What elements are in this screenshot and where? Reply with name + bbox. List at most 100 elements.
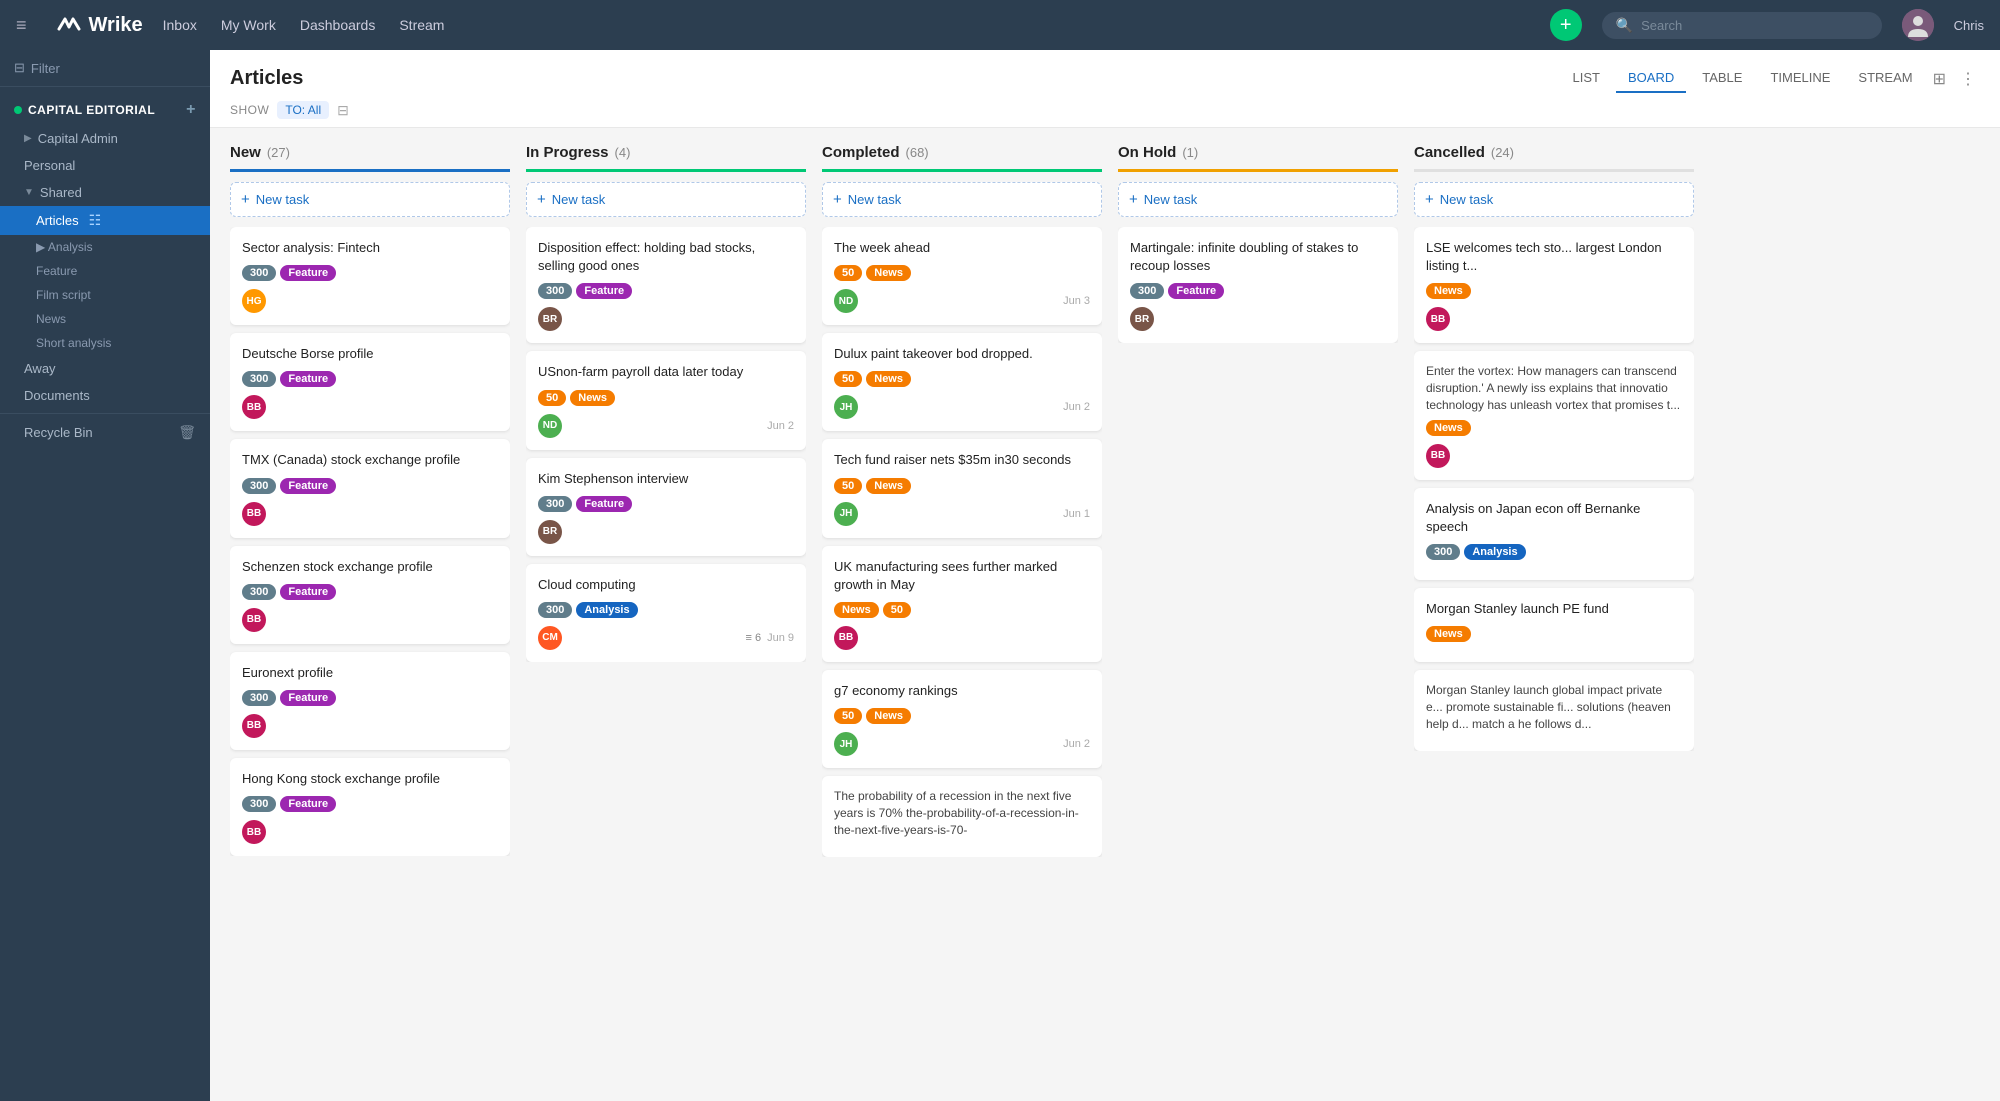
column-title-inprogress: In Progress bbox=[526, 144, 609, 161]
plus-icon: + bbox=[1129, 191, 1138, 208]
tag: 300 bbox=[242, 584, 276, 600]
sidebar-item-documents[interactable]: Documents bbox=[0, 382, 210, 409]
task-card[interactable]: Sector analysis: Fintech 300Feature HG bbox=[230, 227, 510, 325]
card-avatar: JH bbox=[834, 502, 858, 526]
avatar[interactable] bbox=[1902, 9, 1934, 41]
add-button[interactable]: + bbox=[1550, 9, 1582, 41]
nav-mywork[interactable]: My Work bbox=[221, 17, 276, 33]
column-count-completed: (68) bbox=[906, 145, 929, 160]
card-title: Enter the vortex: How managers can trans… bbox=[1426, 363, 1682, 413]
tag: 50 bbox=[834, 371, 862, 387]
card-tags: 300Feature bbox=[242, 371, 498, 387]
column-title-cancelled: Cancelled bbox=[1414, 144, 1485, 161]
card-date: Jun 9 bbox=[767, 632, 794, 644]
task-card[interactable]: Tech fund raiser nets $35m in30 seconds … bbox=[822, 439, 1102, 537]
card-date: Jun 1 bbox=[1063, 508, 1090, 520]
filter-icon[interactable]: ⊟ bbox=[337, 102, 349, 119]
nav-inbox[interactable]: Inbox bbox=[163, 17, 197, 33]
more-options-icon[interactable]: ⋮ bbox=[1956, 65, 1980, 93]
task-card[interactable]: Euronext profile 300Feature BB bbox=[230, 652, 510, 750]
nav-dashboards[interactable]: Dashboards bbox=[300, 17, 376, 33]
card-tags: 50News bbox=[834, 478, 1090, 494]
task-card[interactable]: USnon-farm payroll data later today 50Ne… bbox=[526, 351, 806, 449]
sidebar-filter[interactable]: ⊟ Filter bbox=[0, 50, 210, 87]
card-footer: BR bbox=[1130, 307, 1386, 331]
card-title: LSE welcomes tech sto... largest London … bbox=[1426, 239, 1682, 275]
sidebar-item-capital-admin[interactable]: ▶ Capital Admin bbox=[0, 125, 210, 152]
task-card[interactable]: Analysis on Japan econ off Bernanke spee… bbox=[1414, 488, 1694, 580]
task-card[interactable]: TMX (Canada) stock exchange profile 300F… bbox=[230, 439, 510, 537]
sidebar-sub-shortanalysis[interactable]: Short analysis bbox=[0, 331, 210, 355]
task-card[interactable]: Dulux paint takeover bod dropped. 50News… bbox=[822, 333, 1102, 431]
tab-timeline[interactable]: TIMELINE bbox=[1758, 64, 1842, 93]
nav-stream[interactable]: Stream bbox=[399, 17, 444, 33]
card-avatar: ND bbox=[538, 414, 562, 438]
card-footer: BB bbox=[242, 502, 498, 526]
column-completed: Completed (68) +New task The week ahead … bbox=[822, 144, 1102, 857]
tag: Feature bbox=[280, 690, 336, 706]
user-name[interactable]: Chris bbox=[1954, 18, 1984, 33]
sidebar-item-personal[interactable]: Personal bbox=[0, 152, 210, 179]
new-task-label: New task bbox=[552, 192, 605, 207]
card-date: Jun 2 bbox=[767, 420, 794, 432]
sidebar-item-articles[interactable]: Articles ☷ bbox=[0, 206, 210, 235]
task-card[interactable]: g7 economy rankings 50News JHJun 2 bbox=[822, 670, 1102, 768]
task-card[interactable]: Disposition effect: holding bad stocks, … bbox=[526, 227, 806, 343]
sidebar-sub-news[interactable]: News bbox=[0, 307, 210, 331]
task-card[interactable]: Deutsche Borse profile 300Feature BB bbox=[230, 333, 510, 431]
sidebar-recycle-bin[interactable]: Recycle Bin 🗑 bbox=[0, 418, 210, 447]
task-card[interactable]: Morgan Stanley launch PE fund News bbox=[1414, 588, 1694, 662]
card-footer: BB bbox=[242, 608, 498, 632]
task-card[interactable]: The week ahead 50News NDJun 3 bbox=[822, 227, 1102, 325]
tab-stream[interactable]: STREAM bbox=[1846, 64, 1924, 93]
task-card[interactable]: The probability of a recession in the ne… bbox=[822, 776, 1102, 856]
card-footer: BR bbox=[538, 520, 794, 544]
tab-board[interactable]: BOARD bbox=[1616, 64, 1686, 93]
card-avatar: BB bbox=[242, 395, 266, 419]
new-task-button-completed[interactable]: +New task bbox=[822, 182, 1102, 217]
column-header-onhold: On Hold (1) bbox=[1118, 144, 1398, 172]
new-task-button-onhold[interactable]: +New task bbox=[1118, 182, 1398, 217]
to-all-badge[interactable]: TO: All bbox=[277, 101, 329, 119]
grid-view-icon[interactable]: ⊞ bbox=[1929, 65, 1950, 93]
sidebar-item-shared[interactable]: ▼ Shared bbox=[0, 179, 210, 206]
plus-icon: + bbox=[1425, 191, 1434, 208]
sidebar-sub-analysis[interactable]: ▶ Analysis bbox=[0, 235, 210, 259]
card-tags: 300Feature bbox=[1130, 283, 1386, 299]
new-task-button-new[interactable]: +New task bbox=[230, 182, 510, 217]
tag: Feature bbox=[576, 283, 632, 299]
task-card[interactable]: Schenzen stock exchange profile 300Featu… bbox=[230, 546, 510, 644]
task-card[interactable]: LSE welcomes tech sto... largest London … bbox=[1414, 227, 1694, 343]
new-task-button-cancelled[interactable]: +New task bbox=[1414, 182, 1694, 217]
task-card[interactable]: Martingale: infinite doubling of stakes … bbox=[1118, 227, 1398, 343]
column-count-new: (27) bbox=[267, 145, 290, 160]
task-card[interactable]: UK manufacturing sees further marked gro… bbox=[822, 546, 1102, 662]
tag: Feature bbox=[280, 478, 336, 494]
card-tags: 300Feature bbox=[538, 283, 794, 299]
plus-icon: + bbox=[241, 191, 250, 208]
card-title: Martingale: infinite doubling of stakes … bbox=[1130, 239, 1386, 275]
task-card[interactable]: Enter the vortex: How managers can trans… bbox=[1414, 351, 1694, 479]
tab-list[interactable]: LIST bbox=[1561, 64, 1612, 93]
cards-list-inprogress: Disposition effect: holding bad stocks, … bbox=[526, 227, 806, 662]
card-title: Analysis on Japan econ off Bernanke spee… bbox=[1426, 500, 1682, 536]
task-card[interactable]: Cloud computing 300Analysis CM≡ 6Jun 9 bbox=[526, 564, 806, 662]
tag: 300 bbox=[538, 602, 572, 618]
sidebar-item-away[interactable]: Away bbox=[0, 355, 210, 382]
tag: Analysis bbox=[576, 602, 637, 618]
card-title: Morgan Stanley launch PE fund bbox=[1426, 600, 1682, 618]
task-card[interactable]: Kim Stephenson interview 300Feature BR bbox=[526, 458, 806, 556]
page-title: Articles bbox=[230, 67, 303, 90]
tag: News bbox=[1426, 283, 1471, 299]
search-input[interactable] bbox=[1641, 18, 1841, 33]
sidebar-group-header[interactable]: CAPITAL EDITORIAL + bbox=[0, 95, 210, 125]
tab-table[interactable]: TABLE bbox=[1690, 64, 1754, 93]
sidebar-sub-filmscript[interactable]: Film script bbox=[0, 283, 210, 307]
hamburger-menu[interactable]: ≡ bbox=[16, 15, 27, 36]
card-title: TMX (Canada) stock exchange profile bbox=[242, 451, 498, 469]
task-card[interactable]: Morgan Stanley launch global impact priv… bbox=[1414, 670, 1694, 750]
sidebar-sub-feature[interactable]: Feature bbox=[0, 259, 210, 283]
task-card[interactable]: Hong Kong stock exchange profile 300Feat… bbox=[230, 758, 510, 856]
tag: 50 bbox=[538, 390, 566, 406]
new-task-button-inprogress[interactable]: +New task bbox=[526, 182, 806, 217]
